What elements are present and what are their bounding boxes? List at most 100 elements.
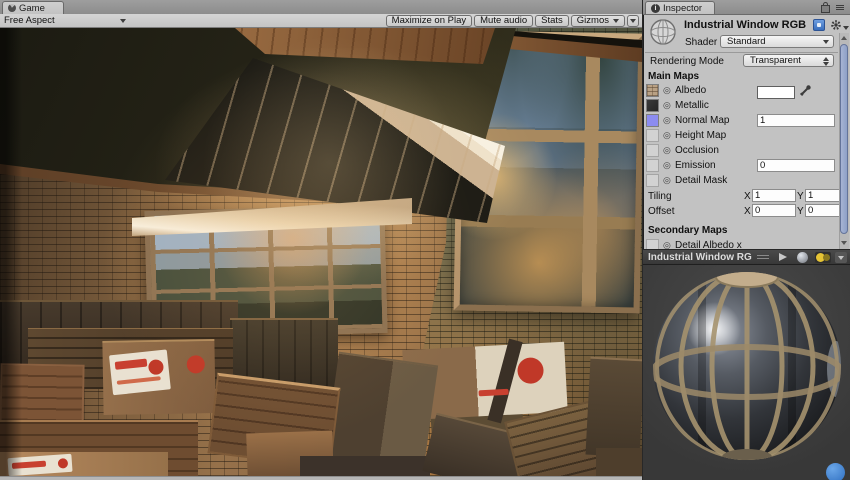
offset-label: Offset bbox=[648, 206, 675, 217]
tiling-x-field[interactable] bbox=[752, 189, 796, 202]
occlusion-thumbnail[interactable] bbox=[646, 144, 659, 157]
object-picker-icon[interactable]: ◎ bbox=[663, 100, 671, 110]
scene-box-bottom-label bbox=[0, 452, 168, 476]
drag-handle-icon[interactable] bbox=[757, 255, 769, 259]
maximize-on-play-button[interactable]: Maximize on Play bbox=[385, 14, 473, 27]
preview-lighting-icon[interactable] bbox=[815, 252, 831, 263]
game-tab-icon bbox=[8, 4, 16, 12]
collab-badge-icon[interactable] bbox=[826, 463, 845, 480]
chevron-down-icon bbox=[630, 18, 636, 23]
game-viewport[interactable] bbox=[0, 28, 642, 476]
preview-title: Industrial Window RG bbox=[648, 252, 752, 263]
box-label-stamp bbox=[147, 358, 165, 376]
aspect-dropdown[interactable]: Free Aspect bbox=[0, 15, 132, 26]
box-label-mark bbox=[116, 376, 161, 385]
chevron-down-icon bbox=[823, 40, 829, 44]
preview-sphere-icon[interactable] bbox=[797, 252, 808, 263]
tiling-label: Tiling bbox=[648, 191, 672, 202]
game-view-bottom-strip bbox=[0, 476, 642, 480]
box-stamp bbox=[186, 355, 205, 374]
box-label-stamp bbox=[57, 458, 69, 469]
game-tabstrip: Game bbox=[0, 0, 642, 15]
inspector-tab-icon: i bbox=[651, 3, 660, 13]
panel-menu-icon[interactable] bbox=[836, 5, 844, 10]
object-picker-icon[interactable]: ◎ bbox=[663, 85, 671, 95]
material-name: Industrial Window RGB bbox=[684, 19, 807, 31]
preset-icon[interactable] bbox=[813, 19, 825, 31]
height-map-thumbnail[interactable] bbox=[646, 129, 659, 142]
scene-box-red-label bbox=[102, 339, 216, 415]
shader-dropdown[interactable]: Standard bbox=[720, 35, 834, 48]
detail-mask-label: Detail Mask bbox=[675, 175, 728, 186]
albedo-thumbnail[interactable] bbox=[646, 84, 659, 97]
main-maps-header: Main Maps bbox=[648, 71, 700, 82]
detail-mask-thumbnail[interactable] bbox=[646, 174, 659, 187]
tiling-y-label: Y bbox=[797, 191, 804, 202]
tiling-y-field[interactable] bbox=[805, 189, 841, 202]
normal-map-scale-field[interactable] bbox=[757, 114, 835, 127]
emission-thumbnail[interactable] bbox=[646, 159, 659, 172]
game-toolbar: Free Aspect Maximize on Play Mute audio … bbox=[0, 14, 642, 28]
box-label-mark bbox=[11, 460, 47, 469]
material-sphere-icon bbox=[650, 19, 676, 45]
offset-y-label: Y bbox=[797, 206, 804, 217]
tab-game[interactable]: Game bbox=[2, 1, 64, 14]
object-picker-icon[interactable]: ◎ bbox=[663, 160, 671, 170]
material-preview-header[interactable]: Industrial Window RG bbox=[643, 249, 850, 265]
shader-label: Shader bbox=[685, 37, 718, 48]
scroll-down-icon[interactable] bbox=[841, 241, 847, 245]
game-tab-label: Game bbox=[19, 2, 45, 14]
eyedropper-icon[interactable] bbox=[799, 84, 812, 97]
object-picker-icon[interactable]: ◎ bbox=[663, 175, 671, 185]
gear-icon[interactable] bbox=[830, 19, 842, 31]
box-label-mark bbox=[114, 358, 148, 370]
preview-options-icon[interactable] bbox=[835, 252, 847, 263]
albedo-color-swatch[interactable] bbox=[757, 86, 795, 99]
chevron-down-icon bbox=[613, 18, 619, 23]
gear-menu-arrow-icon[interactable] bbox=[843, 26, 849, 30]
object-picker-icon[interactable]: ◎ bbox=[663, 145, 671, 155]
metallic-label: Metallic bbox=[675, 100, 709, 111]
offset-y-field[interactable] bbox=[805, 204, 841, 217]
divider bbox=[645, 52, 838, 53]
height-map-label: Height Map bbox=[675, 130, 727, 141]
mute-audio-button[interactable]: Mute audio bbox=[474, 14, 534, 27]
gizmos-dropdown[interactable]: Gizmos bbox=[570, 14, 625, 27]
box-strap bbox=[487, 338, 523, 424]
albedo-label: Albedo bbox=[675, 85, 707, 96]
rendering-mode-dropdown[interactable]: Transparent bbox=[743, 54, 834, 67]
tiling-x-label: X bbox=[744, 191, 751, 202]
normal-map-label: Normal Map bbox=[675, 115, 730, 126]
offset-x-label: X bbox=[744, 206, 751, 217]
box-label bbox=[108, 349, 171, 396]
material-preview-sphere bbox=[653, 272, 841, 460]
secondary-maps-header: Secondary Maps bbox=[648, 225, 728, 236]
scene-box-right-stack bbox=[585, 356, 642, 458]
rendering-mode-label: Rendering Mode bbox=[650, 56, 724, 67]
chevron-down-icon bbox=[120, 18, 126, 23]
inspector-tabstrip: i Inspector bbox=[643, 0, 850, 15]
box-label-stamp bbox=[516, 356, 545, 385]
box-label bbox=[7, 453, 73, 476]
object-picker-icon[interactable]: ◎ bbox=[663, 130, 671, 140]
metallic-thumbnail[interactable] bbox=[646, 99, 659, 112]
object-picker-icon[interactable]: ◎ bbox=[663, 115, 671, 125]
emission-label: Emission bbox=[675, 160, 716, 171]
scene-box-right-bottom bbox=[596, 448, 642, 476]
updown-arrows-icon bbox=[823, 57, 829, 66]
inspector-tab-label: Inspector bbox=[663, 2, 703, 14]
scene-floor-boxes bbox=[300, 456, 430, 476]
inspector-scrollbar-thumb[interactable] bbox=[840, 44, 848, 234]
gizmos-menu-button[interactable] bbox=[627, 14, 639, 27]
offset-x-field[interactable] bbox=[752, 204, 796, 217]
lock-icon[interactable] bbox=[821, 2, 830, 13]
scroll-up-icon[interactable] bbox=[841, 36, 847, 40]
unity-editor-window: Game Free Aspect Maximize on Play Mute a… bbox=[0, 0, 850, 480]
material-preview-area[interactable] bbox=[643, 265, 850, 480]
occlusion-label: Occlusion bbox=[675, 145, 719, 156]
emission-value-field[interactable] bbox=[757, 159, 835, 172]
normal-map-thumbnail[interactable] bbox=[646, 114, 659, 127]
play-icon[interactable] bbox=[779, 253, 787, 261]
stats-button[interactable]: Stats bbox=[535, 14, 569, 27]
tab-inspector[interactable]: i Inspector bbox=[645, 1, 715, 14]
